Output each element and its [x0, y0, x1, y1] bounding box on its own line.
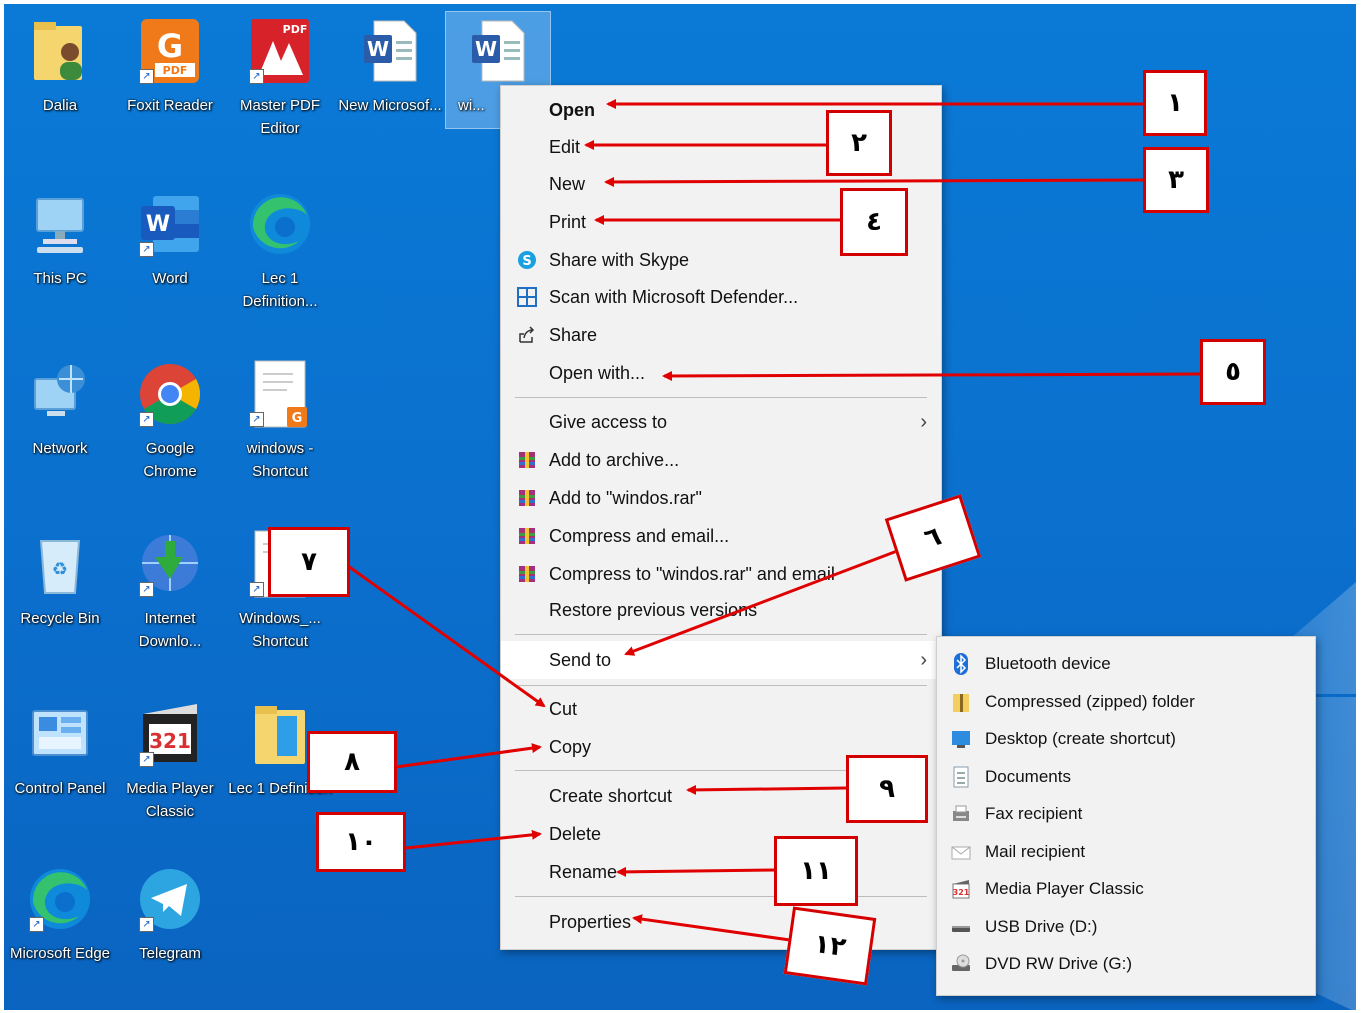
- arrow-5: [662, 370, 1203, 381]
- arrow-6: [624, 546, 906, 656]
- arrow-8: [395, 743, 542, 769]
- arrow-12: [632, 914, 791, 942]
- arrow-11: [616, 866, 776, 877]
- arrow-9: [686, 784, 847, 795]
- callout-5: ٥: [1200, 339, 1266, 405]
- callout-8: ٨: [307, 731, 397, 793]
- callout-9: ٩: [846, 755, 928, 823]
- callout-1: ١: [1143, 70, 1207, 136]
- callout-3: ٣: [1143, 147, 1209, 213]
- callout-10: ١٠: [316, 812, 406, 872]
- callout-7: ٧: [268, 527, 350, 597]
- arrow-3: [604, 176, 1146, 187]
- arrow-10: [405, 829, 542, 850]
- callout-2: ٢: [826, 110, 892, 176]
- arrow-7: [347, 564, 546, 708]
- callout-4: ٤: [840, 188, 908, 256]
- callout-12: ١٢: [783, 906, 877, 986]
- callout-11: ١١: [774, 836, 858, 906]
